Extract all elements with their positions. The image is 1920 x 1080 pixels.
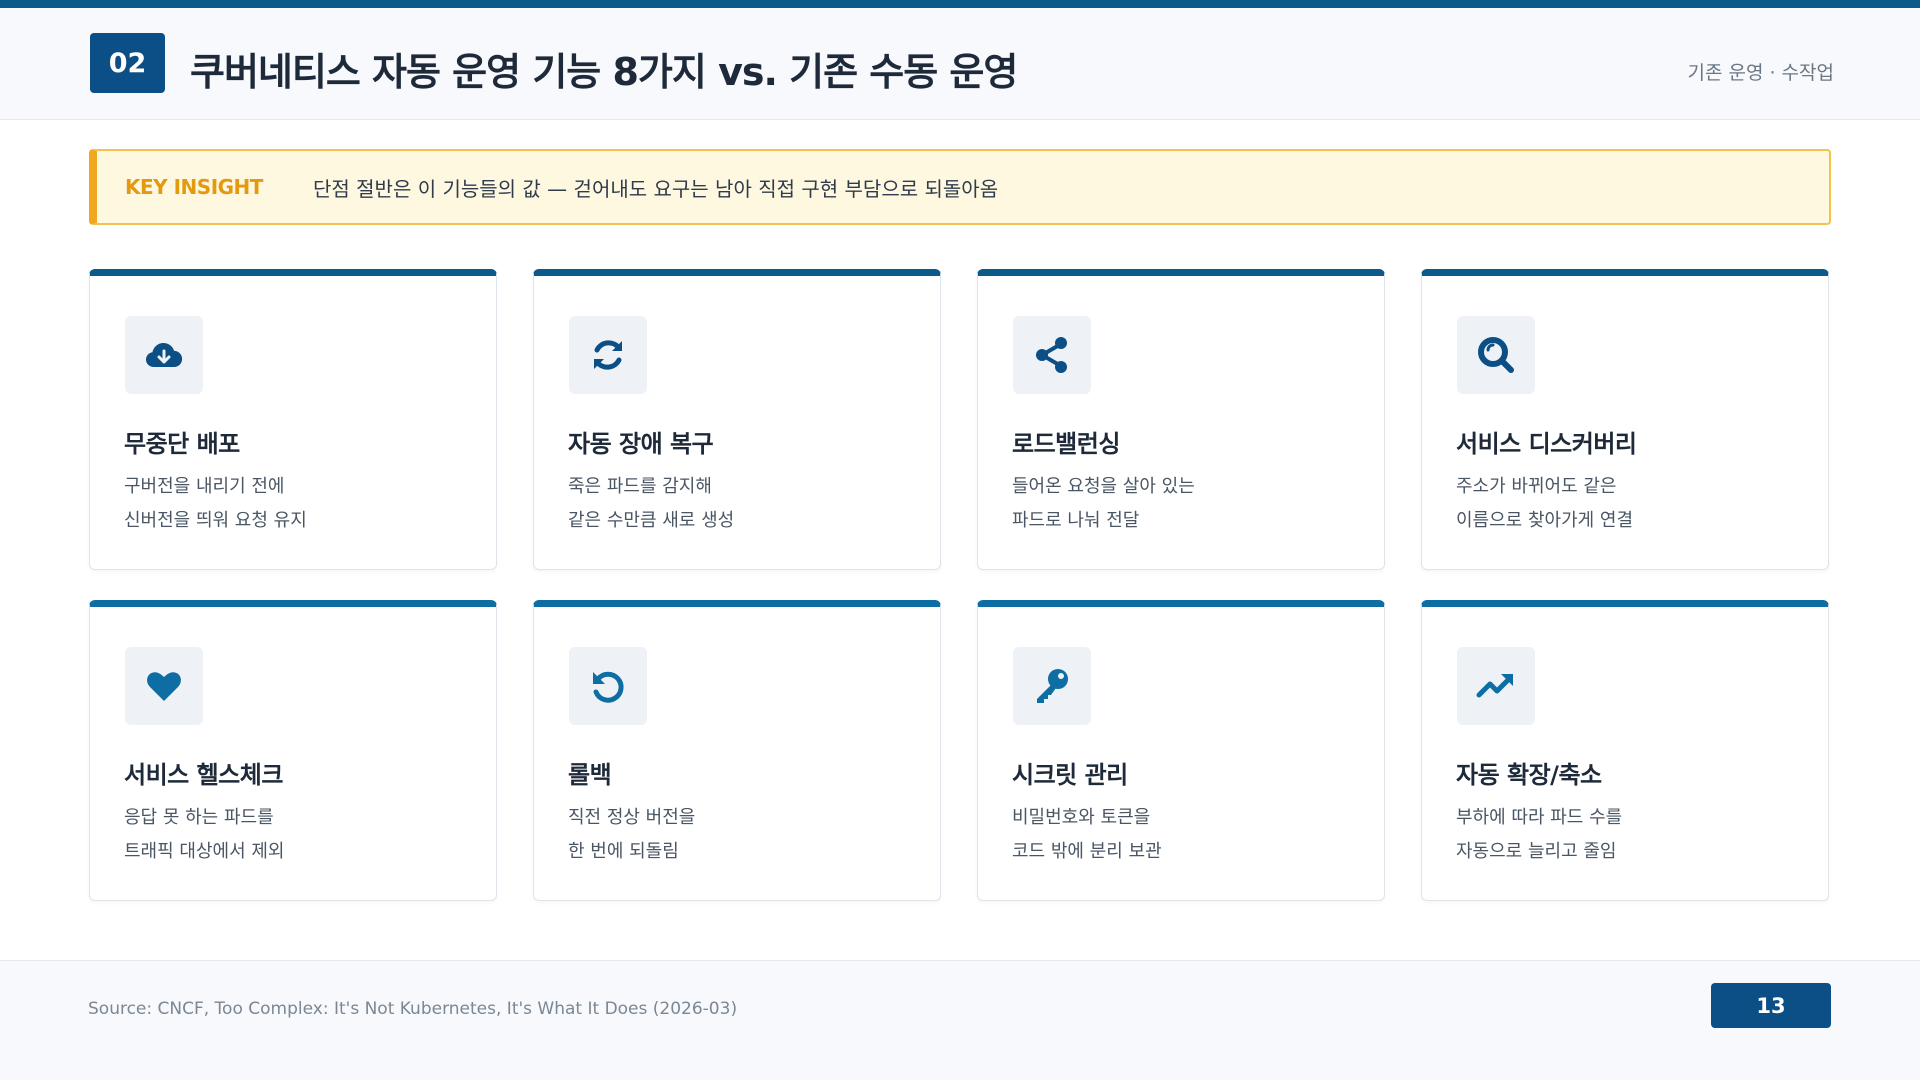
cloud-download-icon bbox=[125, 316, 203, 394]
search-icon bbox=[1457, 316, 1535, 394]
card-title: 자동 장애 복구 bbox=[568, 430, 714, 458]
card-description-line: 구버전을 내리기 전에 bbox=[124, 476, 285, 497]
top-accent-bar bbox=[0, 0, 1920, 8]
slide-header: 02 쿠버네티스 자동 운영 기능 8가지 vs. 기존 수동 운영 기존 운영… bbox=[0, 8, 1920, 120]
feature-card-service-discovery: 서비스 디스커버리 주소가 바뀌어도 같은 이름으로 찾아가게 연결 bbox=[1421, 269, 1829, 570]
header-meta: 기존 운영 · 수작업 bbox=[1687, 62, 1834, 84]
card-description-line: 부하에 따라 파드 수를 bbox=[1456, 807, 1623, 828]
share-icon bbox=[1013, 316, 1091, 394]
card-description-line: 신버전을 띄워 요청 유지 bbox=[124, 510, 307, 531]
feature-card-zero-downtime-deploy: 무중단 배포 구버전을 내리기 전에 신버전을 띄워 요청 유지 bbox=[89, 269, 497, 570]
card-description-line: 비밀번호와 토큰을 bbox=[1012, 807, 1151, 828]
insight-label: KEY INSIGHT bbox=[125, 175, 263, 199]
feature-card-rollback: 롤백 직전 정상 버전을 한 번에 되돌림 bbox=[533, 600, 941, 901]
card-description-line: 파드로 나눠 전달 bbox=[1012, 510, 1140, 531]
card-description-line: 한 번에 되돌림 bbox=[568, 841, 679, 862]
card-description-line: 응답 못 하는 파드를 bbox=[124, 807, 274, 828]
card-title: 서비스 헬스체크 bbox=[124, 761, 283, 789]
insight-text: 단점 절반은 이 기능들의 값 — 걷어내도 요구는 남아 직접 구현 부담으로… bbox=[313, 176, 999, 201]
key-insight-banner: KEY INSIGHT 단점 절반은 이 기능들의 값 — 걷어내도 요구는 남… bbox=[89, 149, 1831, 225]
card-description-line: 들어온 요청을 살아 있는 bbox=[1012, 476, 1195, 497]
card-title: 로드밸런싱 bbox=[1012, 430, 1120, 458]
key-icon bbox=[1013, 647, 1091, 725]
feature-card-health-check: 서비스 헬스체크 응답 못 하는 파드를 트래픽 대상에서 제외 bbox=[89, 600, 497, 901]
page-number-badge: 13 bbox=[1711, 983, 1831, 1028]
heart-icon bbox=[125, 647, 203, 725]
feature-grid: 무중단 배포 구버전을 내리기 전에 신버전을 띄워 요청 유지 자동 장애 복… bbox=[89, 269, 1831, 901]
card-title: 롤백 bbox=[568, 761, 612, 789]
sync-icon bbox=[569, 316, 647, 394]
feature-card-auto-recovery: 자동 장애 복구 죽은 파드를 감지해 같은 수만큼 새로 생성 bbox=[533, 269, 941, 570]
trending-up-icon bbox=[1457, 647, 1535, 725]
slide-footer: Source: CNCF, Too Complex: It's Not Kube… bbox=[0, 960, 1920, 1080]
feature-card-load-balancing: 로드밸런싱 들어온 요청을 살아 있는 파드로 나눠 전달 bbox=[977, 269, 1385, 570]
card-title: 서비스 디스커버리 bbox=[1456, 430, 1637, 458]
feature-card-secret-management: 시크릿 관리 비밀번호와 토큰을 코드 밖에 분리 보관 bbox=[977, 600, 1385, 901]
card-description-line: 직전 정상 버전을 bbox=[568, 807, 696, 828]
section-number-badge: 02 bbox=[90, 33, 165, 93]
card-description-line: 코드 밖에 분리 보관 bbox=[1012, 841, 1162, 862]
card-description-line: 트래픽 대상에서 제외 bbox=[124, 841, 285, 862]
card-description-line: 죽은 파드를 감지해 bbox=[568, 476, 712, 497]
feature-card-autoscaling: 자동 확장/축소 부하에 따라 파드 수를 자동으로 늘리고 줄임 bbox=[1421, 600, 1829, 901]
card-description-line: 자동으로 늘리고 줄임 bbox=[1456, 841, 1617, 862]
undo-icon bbox=[569, 647, 647, 725]
page-title: 쿠버네티스 자동 운영 기능 8가지 vs. 기존 수동 운영 bbox=[190, 50, 1018, 94]
card-title: 시크릿 관리 bbox=[1012, 761, 1128, 789]
card-title: 자동 확장/축소 bbox=[1456, 761, 1602, 789]
card-description-line: 주소가 바뀌어도 같은 bbox=[1456, 476, 1617, 497]
card-title: 무중단 배포 bbox=[124, 430, 240, 458]
source-citation: Source: CNCF, Too Complex: It's Not Kube… bbox=[88, 999, 738, 1019]
card-description-line: 이름으로 찾아가게 연결 bbox=[1456, 510, 1634, 531]
card-description-line: 같은 수만큼 새로 생성 bbox=[568, 510, 735, 531]
